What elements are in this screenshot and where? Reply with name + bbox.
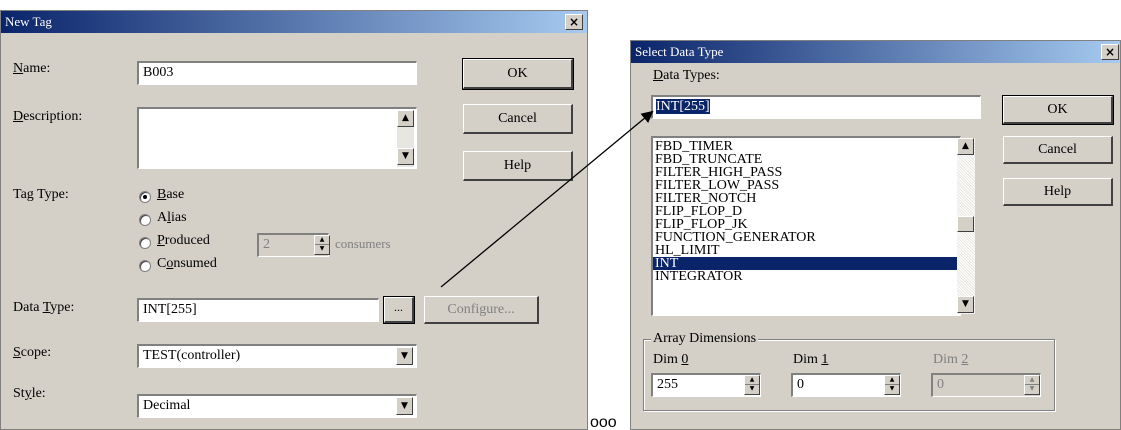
scope-select[interactable]: TEST(controller) xyxy=(137,344,417,368)
list-scroll-up-icon[interactable]: ▲ xyxy=(957,138,974,155)
select-help-button[interactable]: Help xyxy=(1003,178,1113,206)
array-dimensions-label: Array Dimensions xyxy=(651,331,759,347)
list-item[interactable]: HL_LIMIT xyxy=(653,244,960,258)
spin-up-icon[interactable]: ▲ xyxy=(885,376,899,385)
consumers-label: consumers xyxy=(335,236,391,251)
name-input[interactable]: B003 xyxy=(137,61,417,85)
radio-consumed[interactable] xyxy=(139,260,151,272)
select-data-type-dialog: Select Data Type × Data Types: INT[255] … xyxy=(630,40,1121,430)
data-types-list[interactable]: FBD_TIMER FBD_TRUNCATE FILTER_HIGH_PASS FIL… xyxy=(651,136,961,316)
data-types-list-items: FBD_TIMER FBD_TRUNCATE FILTER_HIGH_PASS FIL… xyxy=(653,138,960,284)
radio-base-label[interactable]: Base xyxy=(157,187,184,203)
data-types-list-scrollbar[interactable]: ▲ ▼ xyxy=(957,138,975,314)
description-label: Description: xyxy=(13,109,83,124)
style-select[interactable]: Decimal xyxy=(137,394,417,418)
new-tag-title: New Tag xyxy=(5,14,52,29)
style-dropdown-chevron-down-icon[interactable]: ▼ xyxy=(396,397,413,415)
select-ok-button[interactable]: OK xyxy=(1002,95,1114,125)
new-tag-ok-button[interactable]: OK xyxy=(462,58,574,90)
tag-type-label: Tag Type: xyxy=(13,187,69,202)
ellipsis-icon: ... xyxy=(394,300,403,314)
radio-alias-label[interactable]: Alias xyxy=(157,210,187,226)
new-tag-titlebar[interactable]: New Tag xyxy=(1,11,587,33)
browse-data-type-button[interactable]: ... xyxy=(383,296,415,324)
description-textarea[interactable] xyxy=(137,107,417,169)
dim1-label: Dim 1 xyxy=(793,352,829,367)
name-label: Name: xyxy=(13,61,51,76)
spin-down-icon[interactable]: ▼ xyxy=(745,385,759,394)
data-types-input[interactable]: INT[255] xyxy=(651,95,981,119)
new-tag-dialog: New Tag × Name: B003 Description: ▲ ▼ OK… xyxy=(0,10,588,430)
radio-alias[interactable] xyxy=(139,214,151,226)
radio-produced[interactable] xyxy=(139,237,151,249)
data-types-label: Data Types: xyxy=(653,68,720,83)
spin-down-icon[interactable]: ▼ xyxy=(1025,385,1039,394)
scope-label: Scope: xyxy=(13,345,52,360)
list-scroll-thumb[interactable] xyxy=(957,216,974,232)
new-tag-close-button[interactable]: × xyxy=(565,14,583,30)
dim1-spinner[interactable]: ▲ ▼ xyxy=(884,375,900,395)
data-type-label: Data Type: xyxy=(13,300,75,315)
select-data-type-titlebar[interactable]: Select Data Type xyxy=(631,41,1120,63)
radio-produced-label[interactable]: Produced xyxy=(157,233,210,249)
list-scroll-down-icon[interactable]: ▼ xyxy=(957,296,974,313)
select-data-type-close-button[interactable]: × xyxy=(1101,44,1119,60)
select-data-type-title: Select Data Type xyxy=(635,44,724,59)
consumers-spinner[interactable]: ▲ ▼ xyxy=(314,235,330,255)
spin-down-icon[interactable]: ▼ xyxy=(885,385,899,394)
dim0-label: Dim 0 xyxy=(653,352,689,367)
data-types-input-selection: INT[255] xyxy=(656,99,710,114)
scroll-down-icon[interactable]: ▼ xyxy=(397,148,414,165)
select-cancel-button[interactable]: Cancel xyxy=(1003,136,1113,164)
dim2-label: Dim 2 xyxy=(933,352,969,367)
radio-consumed-label[interactable]: Consumed xyxy=(157,256,217,272)
spin-up-icon[interactable]: ▲ xyxy=(1025,376,1039,385)
scroll-up-icon[interactable]: ▲ xyxy=(397,110,414,127)
new-tag-cancel-button[interactable]: Cancel xyxy=(463,104,573,134)
description-scrollbar[interactable]: ▲ ▼ xyxy=(397,110,414,167)
style-label: Style: xyxy=(13,386,46,401)
radio-base[interactable] xyxy=(139,191,151,203)
list-item[interactable]: INTEGRATOR xyxy=(653,270,960,284)
spin-up-icon[interactable]: ▲ xyxy=(315,236,329,245)
data-type-input[interactable]: INT[255] xyxy=(137,298,379,322)
dim0-spinner[interactable]: ▲ ▼ xyxy=(744,375,760,395)
stray-text: ooo xyxy=(590,414,617,430)
spin-up-icon[interactable]: ▲ xyxy=(745,376,759,385)
dim2-spinner[interactable]: ▲ ▼ xyxy=(1024,375,1040,395)
spin-down-icon[interactable]: ▼ xyxy=(315,245,329,254)
configure-button[interactable]: Configure... xyxy=(424,296,539,324)
scope-dropdown-chevron-down-icon[interactable]: ▼ xyxy=(396,347,413,365)
new-tag-help-button[interactable]: Help xyxy=(463,151,573,181)
